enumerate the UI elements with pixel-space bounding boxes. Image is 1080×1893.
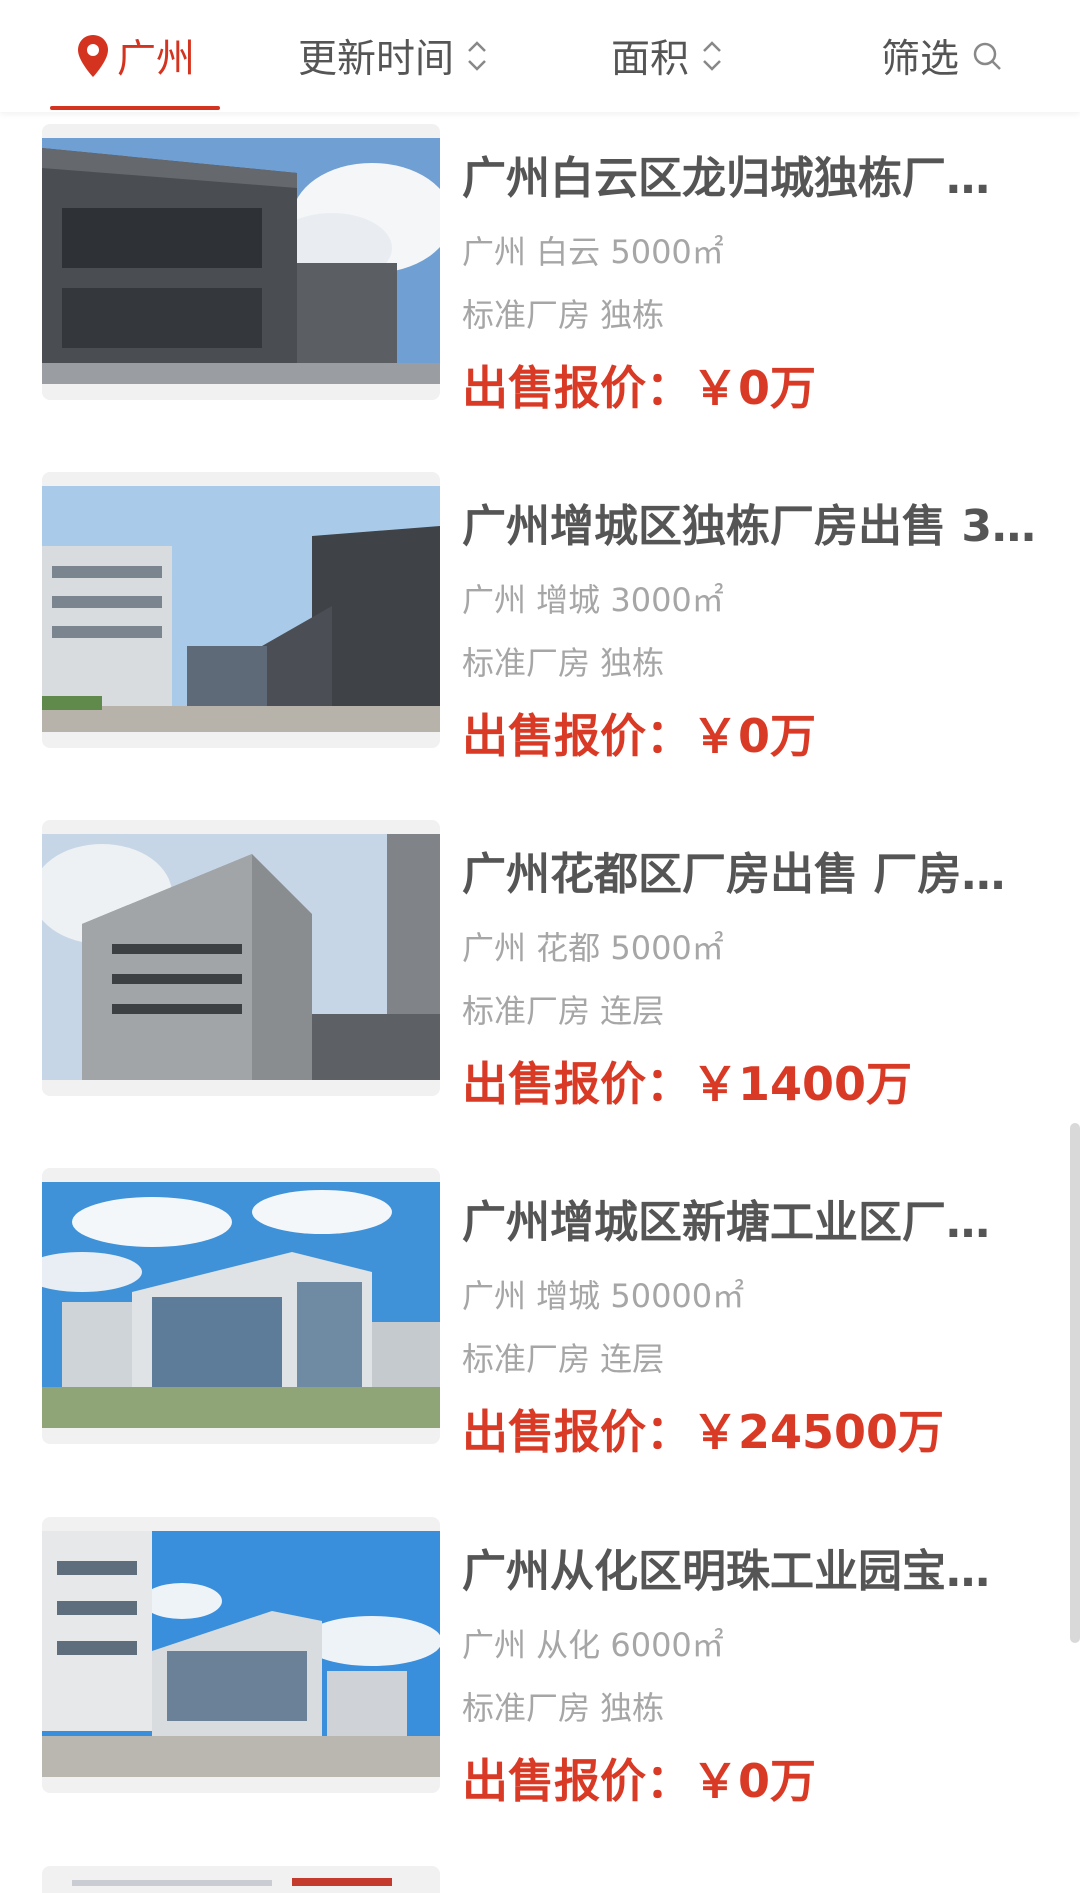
building-roof-shape: [72, 1880, 272, 1886]
listing-title[interactable]: 广州白云区龙归城独栋厂…: [462, 142, 1052, 206]
building-photo-image: [42, 1531, 440, 1777]
listing-price: 出售报价：￥0万: [462, 1754, 817, 1808]
listing-card[interactable]: 广州增城区新塘工业区厂… 广州 增城 50000㎡ 标准厂房 连层 出售报价：￥…: [42, 1168, 1052, 1459]
building-photo-image: [42, 834, 440, 1080]
listing-tags: 标准厂房 独栋: [462, 1689, 665, 1727]
filter-label: 筛选: [881, 37, 960, 82]
listing-tags: 标准厂房 独栋: [462, 644, 665, 682]
listing-tags: 标准厂房 连层: [462, 992, 665, 1030]
listing-title[interactable]: 广州花都区厂房出售 厂房…: [462, 838, 1052, 902]
active-tab-underline: [50, 106, 220, 110]
sort-chevrons-icon: [468, 41, 486, 71]
filter-bar: 广州 更新时间 面积 筛选: [0, 0, 1080, 112]
listing-title[interactable]: 广州增城区独栋厂房出售 3…: [462, 490, 1052, 554]
listing-page: 广州 更新时间 面积 筛选 广州白云区龙归城独栋厂… 广州 白云 5000㎡ 标…: [0, 0, 1080, 1893]
listing-price: 出售报价：￥24500万: [462, 1405, 945, 1459]
building-photo-image: [42, 486, 440, 732]
listing-price: 出售报价：￥1400万: [462, 1057, 913, 1111]
listing-location-area: 广州 增城 50000㎡: [462, 1277, 745, 1315]
listing-photo[interactable]: [42, 1168, 440, 1444]
listing-title[interactable]: 广州增城区新塘工业区厂…: [462, 1186, 1052, 1250]
listing-tags: 标准厂房 连层: [462, 1340, 665, 1378]
listing-location-area: 广州 白云 5000㎡: [462, 233, 724, 271]
listing-photo[interactable]: [42, 124, 440, 400]
sort-chevrons-icon: [703, 41, 721, 71]
listing-price: 出售报价：￥0万: [462, 361, 817, 415]
search-icon: [973, 42, 1001, 70]
listing-photo[interactable]: [42, 1517, 440, 1793]
listing-photo[interactable]: [42, 820, 440, 1096]
filter-button[interactable]: 筛选: [881, 0, 1003, 112]
listing-title[interactable]: 广州从化区明珠工业园宝…: [462, 1535, 1052, 1599]
city-selector[interactable]: 广州: [50, 0, 220, 112]
city-label: 广州: [116, 37, 195, 82]
listing-card[interactable]: 广州增城区独栋厂房出售 3… 广州 增城 3000㎡ 标准厂房 独栋 出售报价：…: [42, 472, 1052, 763]
listing-card[interactable]: 广州从化区明珠工业园宝… 广州 从化 6000㎡ 标准厂房 独栋 出售报价：￥0…: [42, 1517, 1052, 1808]
listing-photo[interactable]: [42, 472, 440, 748]
update-time-label: 更新时间: [298, 37, 455, 82]
listing-card[interactable]: 广州花都区厂房出售 厂房… 广州 花都 5000㎡ 标准厂房 连层 出售报价：￥…: [42, 820, 1052, 1111]
listing-location-area: 广州 从化 6000㎡: [462, 1626, 724, 1664]
sort-by-area[interactable]: 面积: [611, 0, 723, 112]
building-photo-image: [42, 1182, 440, 1428]
listing-tags: 标准厂房 独栋: [462, 296, 665, 334]
sort-by-update-time[interactable]: 更新时间: [298, 0, 488, 112]
listing-location-area: 广州 花都 5000㎡: [462, 929, 724, 967]
listing-price: 出售报价：￥0万: [462, 709, 817, 763]
listing-photo-partial[interactable]: [42, 1866, 440, 1893]
listing-card[interactable]: 广州白云区龙归城独栋厂… 广州 白云 5000㎡ 标准厂房 独栋 出售报价：￥0…: [42, 124, 1052, 415]
building-photo-image: [42, 138, 440, 384]
building-roof-shape: [292, 1878, 392, 1886]
scrollbar[interactable]: [1070, 1123, 1080, 1643]
listing-location-area: 广州 增城 3000㎡: [462, 581, 724, 619]
location-pin-icon: [77, 35, 108, 77]
area-label: 面积: [611, 37, 690, 82]
